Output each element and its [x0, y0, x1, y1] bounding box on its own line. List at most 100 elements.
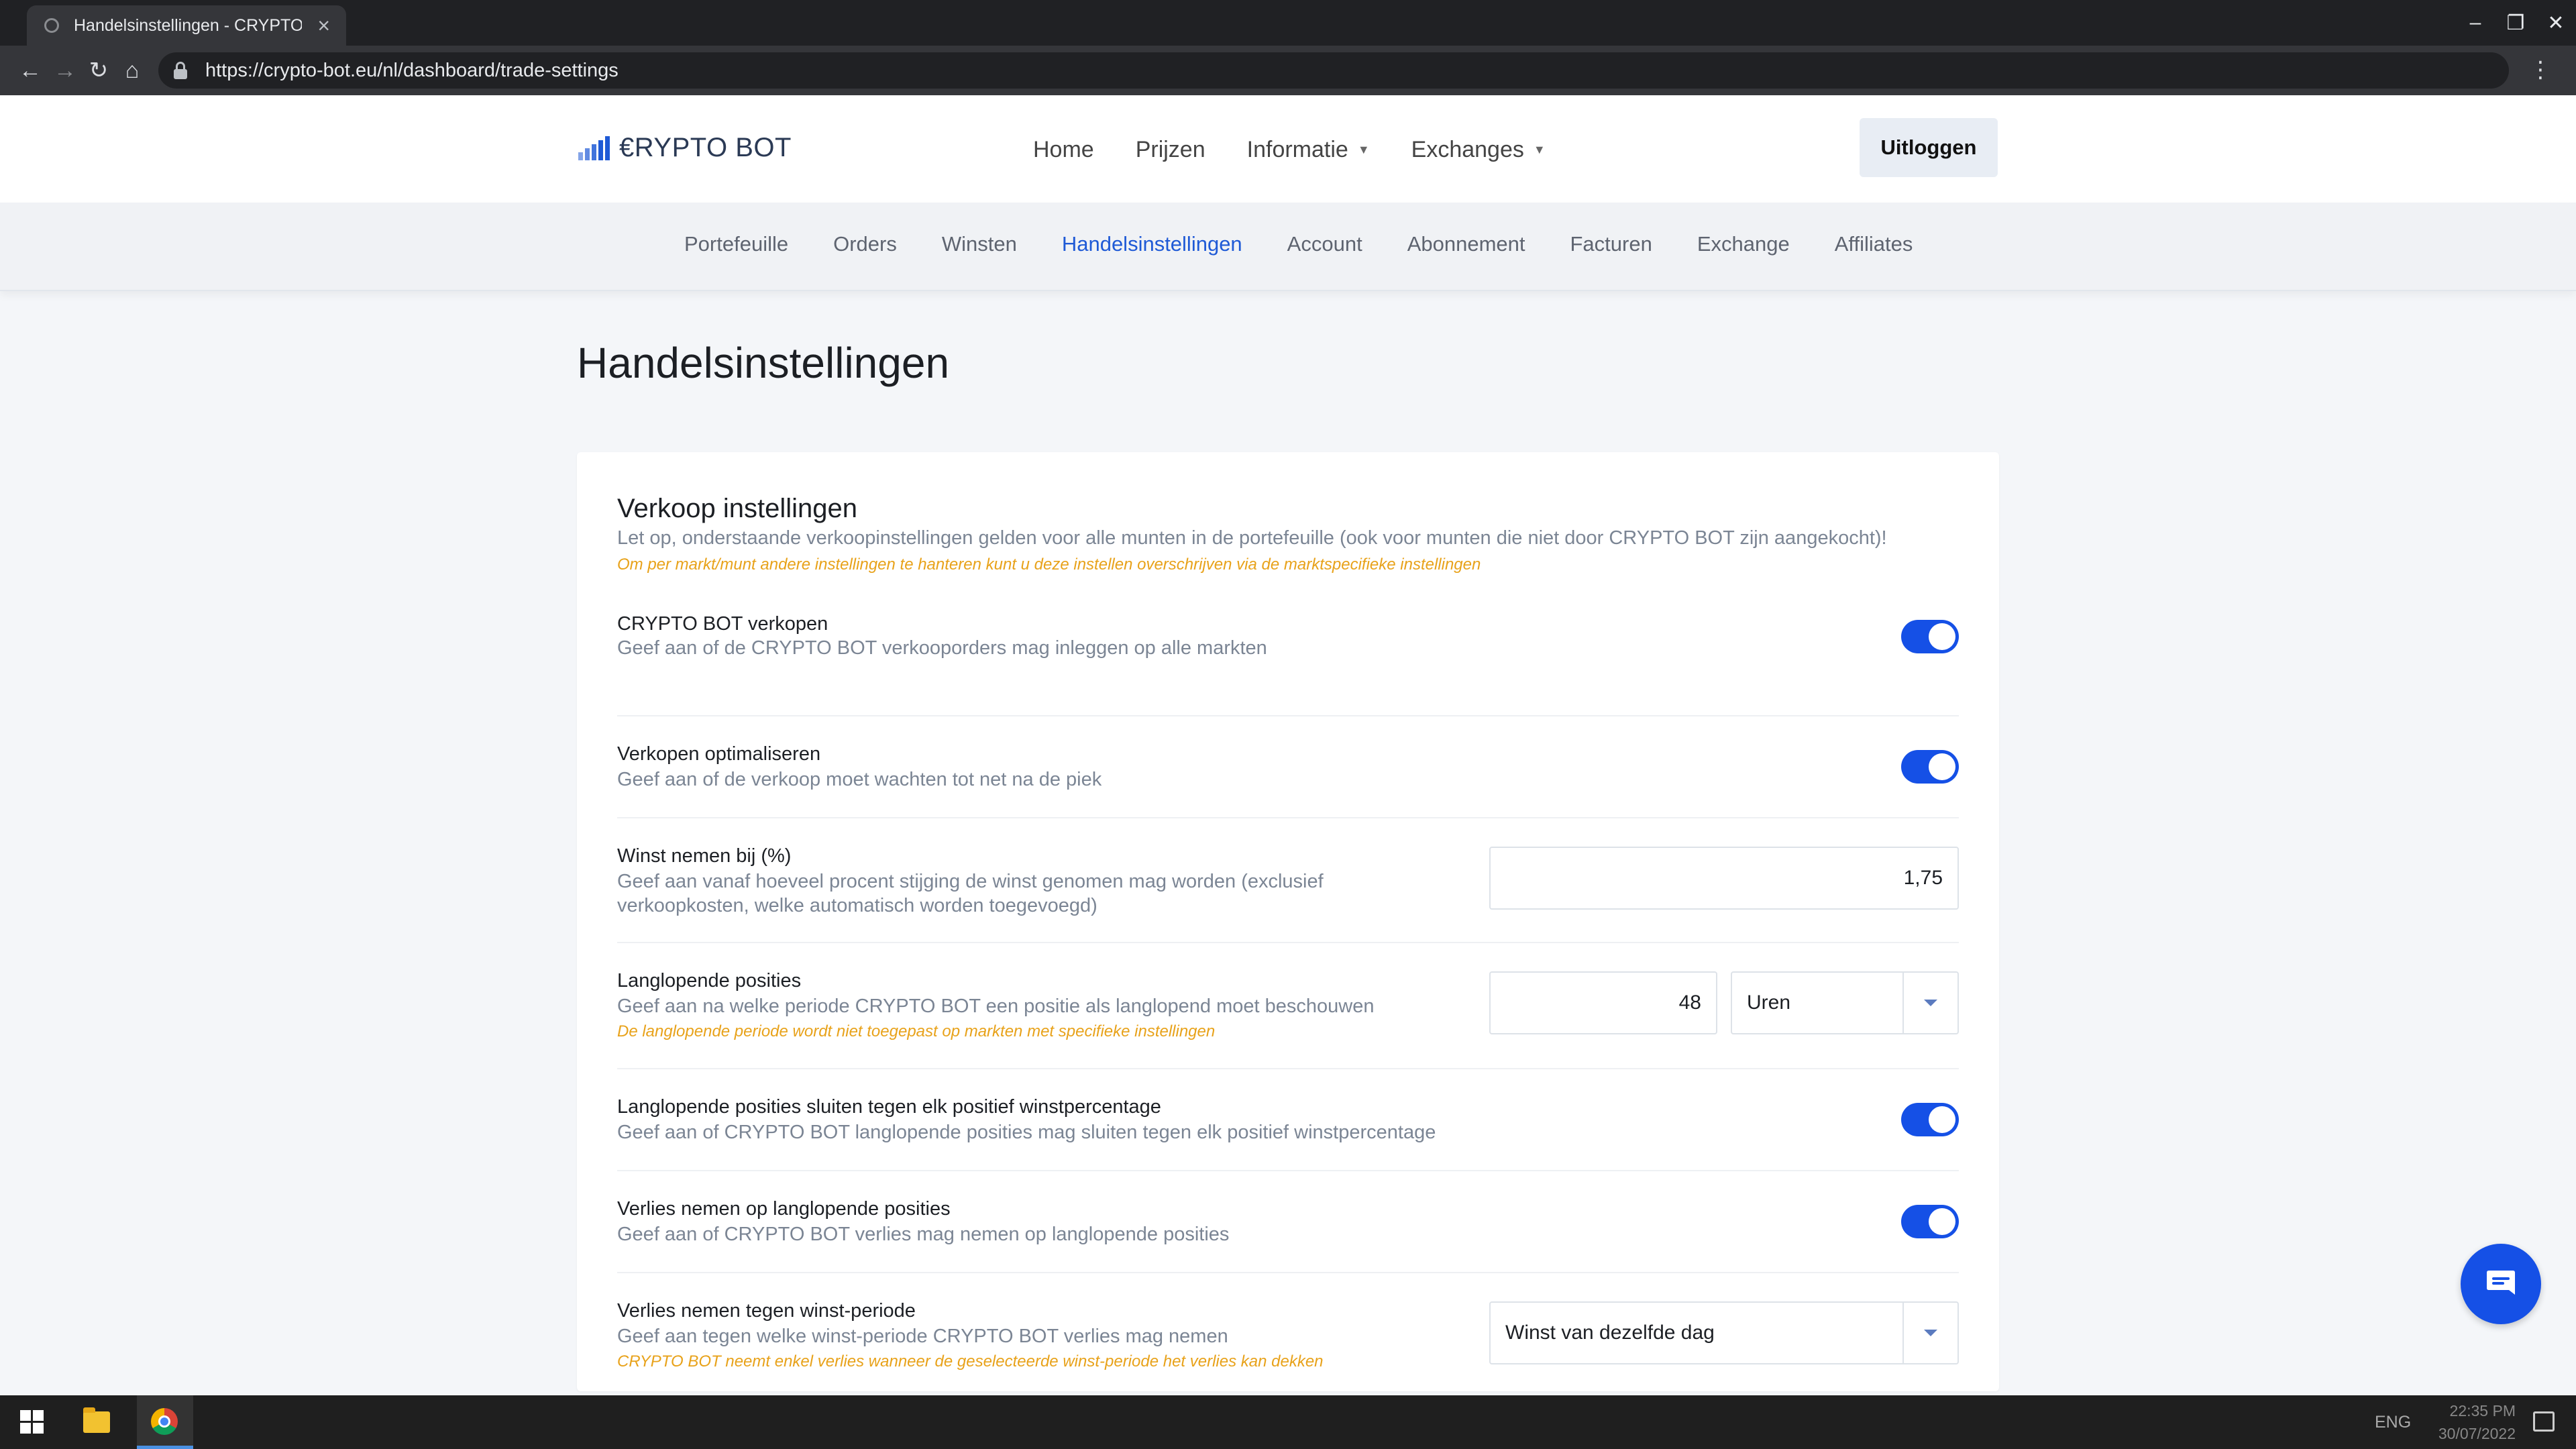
- setting-help-line: verkoopkosten, welke automatisch worden …: [617, 895, 1097, 916]
- dashboard-subnav: Portefeuille Orders Winsten Handelsinste…: [0, 203, 2576, 291]
- subnav-handelsinstellingen[interactable]: Handelsinstellingen: [1062, 232, 1242, 256]
- subnav-portefeuille[interactable]: Portefeuille: [684, 232, 788, 256]
- period-unit-select[interactable]: Uren: [1731, 971, 1959, 1034]
- nav-exchanges[interactable]: Exchanges ▼: [1411, 133, 1546, 166]
- setting-help-line: Geef aan vanaf hoeveel procent stijging …: [617, 871, 1324, 892]
- browser-tab-strip: Handelsinstellingen - CRYPTO × – ❐ ✕: [0, 0, 2576, 46]
- select-value: Winst van dezelfde dag: [1505, 1322, 1715, 1344]
- setting-note: CRYPTO BOT neemt enkel verlies wanneer d…: [617, 1352, 1324, 1371]
- window-controls: – ❐ ✕: [2455, 0, 2576, 46]
- toggle-knob: [1929, 753, 1955, 780]
- back-arrow-icon[interactable]: ←: [17, 58, 43, 83]
- sell-settings-card: Verkoop instellingen Let op, onderstaand…: [577, 452, 1999, 1391]
- setting-help: Geef aan of de verkoop moet wachten tot …: [617, 769, 1102, 790]
- site-logo[interactable]: €RYPTO BOT: [578, 133, 792, 163]
- setting-label: Verlies nemen tegen winst-periode: [617, 1300, 916, 1322]
- setting-note: De langlopende periode wordt niet toegep…: [617, 1022, 1216, 1040]
- language-indicator[interactable]: ENG: [2375, 1413, 2411, 1432]
- nav-informatie[interactable]: Informatie ▼: [1247, 133, 1370, 166]
- chevron-down-icon: [1924, 1000, 1937, 1006]
- toggle-switch[interactable]: [1901, 750, 1959, 784]
- setting-label: CRYPTO BOT verkopen: [617, 613, 828, 635]
- forward-arrow-icon[interactable]: →: [52, 58, 78, 83]
- chat-button[interactable]: [2461, 1244, 2541, 1324]
- reload-icon[interactable]: ↻: [86, 58, 111, 83]
- subnav-account[interactable]: Account: [1287, 232, 1362, 256]
- logout-button[interactable]: Uitloggen: [1860, 118, 1998, 177]
- setting-row: Verlies nemen op langlopende posities Ge…: [617, 1170, 1959, 1273]
- setting-row: Langlopende posities Geef aan na welke p…: [617, 942, 1959, 1069]
- chrome-taskbar-button[interactable]: [137, 1395, 193, 1449]
- setting-help: Geef aan tegen welke winst-periode CRYPT…: [617, 1326, 1228, 1347]
- os-taskbar: ENG 22:35 PM 30/07/2022: [0, 1395, 2576, 1449]
- minimize-icon[interactable]: –: [2455, 0, 2496, 46]
- browser-menu-icon[interactable]: ⋮: [2529, 56, 2552, 83]
- nav-label: Home: [1033, 136, 1094, 162]
- setting-label: Winst nemen bij (%): [617, 845, 792, 867]
- chat-icon: [2487, 1271, 2515, 1295]
- restore-icon[interactable]: ❐: [2496, 0, 2536, 46]
- subnav-winsten[interactable]: Winsten: [942, 232, 1017, 256]
- setting-help: Geef aan na welke periode CRYPTO BOT een…: [617, 996, 1375, 1017]
- page-title: Handelsinstellingen: [577, 339, 950, 387]
- clock-date: 30/07/2022: [2438, 1425, 2516, 1442]
- loss-profit-period-select[interactable]: Winst van dezelfde dag: [1489, 1301, 1959, 1364]
- toggle-knob: [1929, 623, 1955, 650]
- globe-icon: [44, 18, 59, 33]
- subnav-affiliates[interactable]: Affiliates: [1835, 232, 1913, 256]
- close-tab-icon[interactable]: ×: [317, 13, 330, 38]
- toggle-switch[interactable]: [1901, 1205, 1959, 1238]
- address-bar[interactable]: https://crypto-bot.eu/nl/dashboard/trade…: [158, 52, 2509, 89]
- subnav-orders[interactable]: Orders: [833, 232, 897, 256]
- notification-icon[interactable]: [2533, 1411, 2555, 1432]
- select-value: Uren: [1747, 991, 1791, 1014]
- profit-percentage-input[interactable]: 1,75: [1489, 847, 1959, 910]
- nav-home[interactable]: Home: [1033, 133, 1094, 166]
- toggle-knob: [1929, 1106, 1955, 1133]
- setting-help: Geef aan of CRYPTO BOT langlopende posit…: [617, 1122, 1436, 1143]
- setting-row: CRYPTO BOT verkopen Geef aan of de CRYPT…: [617, 613, 1959, 716]
- nav-label: Prijzen: [1135, 136, 1205, 162]
- section-description: Let op, onderstaande verkoopinstellingen…: [617, 527, 1887, 549]
- url-text: https://crypto-bot.eu/nl/dashboard/trade…: [205, 59, 619, 81]
- tab-title: Handelsinstellingen - CRYPTO: [74, 15, 302, 35]
- nav-label: Informatie: [1246, 136, 1348, 162]
- section-note: Om per markt/munt andere instellingen te…: [617, 555, 1481, 574]
- subnav-abonnement[interactable]: Abonnement: [1407, 232, 1525, 256]
- browser-tab[interactable]: Handelsinstellingen - CRYPTO ×: [27, 5, 346, 46]
- browser-toolbar: ← → ↻ ⌂ https://crypto-bot.eu/nl/dashboa…: [0, 46, 2576, 95]
- toggle-switch[interactable]: [1901, 620, 1959, 653]
- setting-label: Langlopende posities: [617, 970, 802, 991]
- setting-row: Langlopende posities sluiten tegen elk p…: [617, 1068, 1959, 1171]
- setting-label: Langlopende posities sluiten tegen elk p…: [617, 1096, 1161, 1118]
- toggle-knob: [1929, 1208, 1955, 1235]
- logo-bars-icon: [578, 136, 610, 160]
- home-icon[interactable]: ⌂: [119, 58, 145, 83]
- close-window-icon[interactable]: ✕: [2536, 0, 2576, 46]
- long-position-period-input[interactable]: 48: [1489, 971, 1717, 1034]
- chrome-icon: [151, 1408, 178, 1435]
- system-clock[interactable]: 22:35 PM 30/07/2022: [2428, 1399, 2516, 1445]
- input-value: 48: [1678, 991, 1701, 1014]
- setting-label: Verkopen optimaliseren: [617, 743, 821, 765]
- subnav-facturen[interactable]: Facturen: [1570, 232, 1652, 256]
- clock-time: 22:35 PM: [2449, 1402, 2516, 1419]
- nav-label: Exchanges: [1411, 136, 1524, 162]
- setting-help: Geef aan of CRYPTO BOT verlies mag nemen…: [617, 1224, 1230, 1245]
- section-title: Verkoop instellingen: [617, 494, 858, 523]
- site-header: €RYPTO BOT Home Prijzen Informatie ▼ Exch…: [0, 95, 2576, 203]
- windows-start-icon[interactable]: [20, 1410, 44, 1434]
- setting-row: Verkopen optimaliseren Geef aan of de ve…: [617, 715, 1959, 818]
- input-value: 1,75: [1903, 867, 1943, 889]
- setting-help: Geef aan of de CRYPTO BOT verkooporders …: [617, 637, 1267, 659]
- setting-row: Winst nemen bij (%) Geef aan vanaf hoeve…: [617, 817, 1959, 943]
- nav-prijzen[interactable]: Prijzen: [1136, 133, 1205, 166]
- subnav-exchange[interactable]: Exchange: [1697, 232, 1790, 256]
- setting-row: Verlies nemen tegen winst-periode Geef a…: [617, 1272, 1959, 1391]
- file-explorer-icon[interactable]: [83, 1407, 110, 1433]
- toggle-switch[interactable]: [1901, 1103, 1959, 1136]
- main-nav: Home Prijzen Informatie ▼ Exchanges ▼: [1033, 133, 1587, 166]
- setting-label: Verlies nemen op langlopende posities: [617, 1198, 951, 1220]
- caret-down-icon: ▼: [1357, 142, 1370, 156]
- logo-text: €RYPTO BOT: [619, 133, 792, 162]
